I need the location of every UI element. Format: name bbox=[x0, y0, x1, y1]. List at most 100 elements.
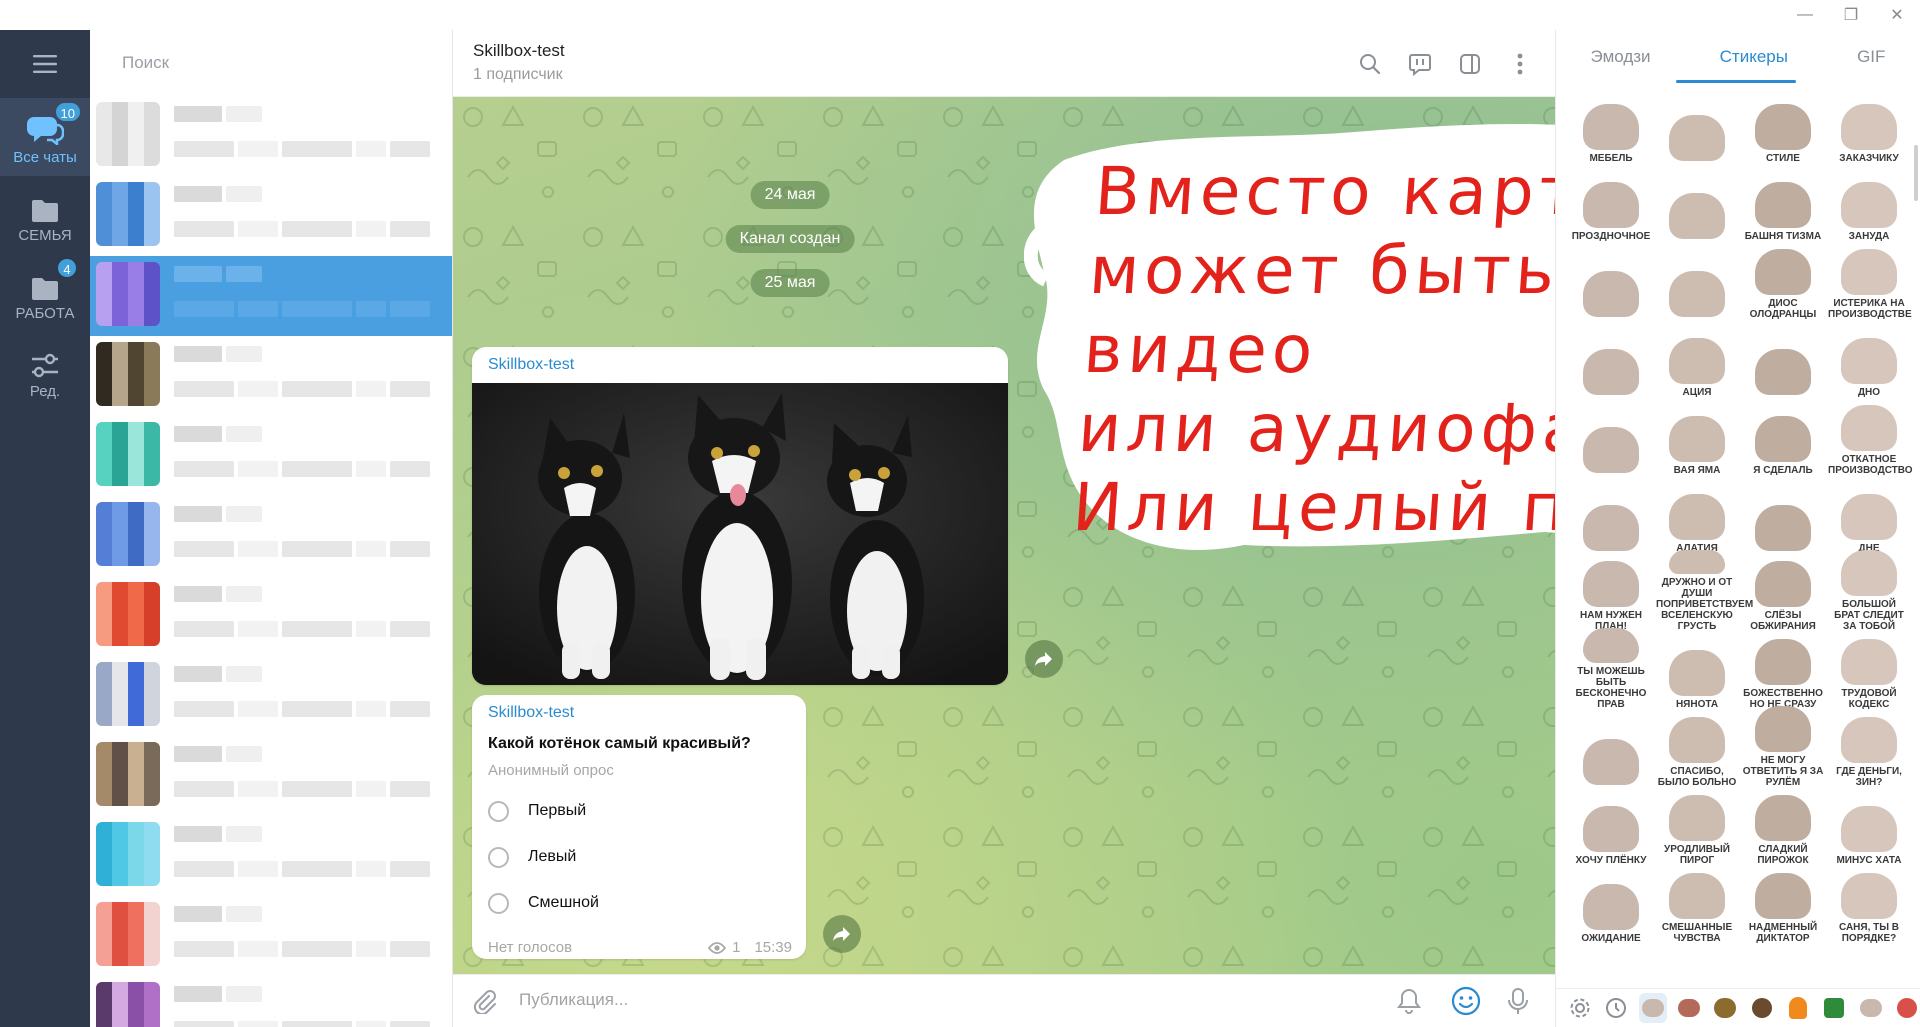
chat-list-item[interactable] bbox=[90, 496, 452, 576]
silent-toggle-button[interactable] bbox=[1397, 988, 1421, 1019]
folder-edit[interactable]: Ред. bbox=[0, 332, 90, 410]
sticker[interactable] bbox=[1656, 160, 1738, 242]
sticker[interactable]: НАДМЕННЫЙ ДИКТАТОР bbox=[1742, 862, 1824, 944]
sticker[interactable]: ДНО bbox=[1828, 316, 1910, 398]
sticker[interactable] bbox=[1570, 472, 1652, 554]
sticker[interactable]: СЛЁЗЫ ОБЖИРАНИЯ bbox=[1742, 550, 1824, 632]
chat-list-item[interactable] bbox=[90, 336, 452, 416]
message-input[interactable]: Публикация... bbox=[519, 990, 628, 1010]
folder-work[interactable]: 4 РАБОТА bbox=[0, 254, 90, 332]
sticker[interactable]: ЗАКАЗЧИКУ bbox=[1828, 82, 1910, 164]
chat-list-item[interactable] bbox=[90, 416, 452, 496]
chat-list-item[interactable] bbox=[90, 256, 452, 336]
voice-button[interactable] bbox=[1507, 987, 1529, 1020]
kittens-photo[interactable] bbox=[472, 383, 1008, 685]
sticker-set-thumb[interactable] bbox=[1856, 993, 1884, 1023]
close-button[interactable]: ✕ bbox=[1874, 0, 1920, 30]
sticker[interactable]: ОЖИДАНИЕ bbox=[1570, 862, 1652, 944]
sticker[interactable]: СТИЛЕ bbox=[1742, 82, 1824, 164]
search-button[interactable] bbox=[1353, 47, 1387, 81]
tab-stickers[interactable]: Стикеры bbox=[1720, 47, 1788, 67]
folder-family[interactable]: СЕМЬЯ bbox=[0, 176, 90, 254]
sticker[interactable]: ХОЧУ ПЛЁНКУ bbox=[1570, 784, 1652, 866]
sticker[interactable] bbox=[1570, 316, 1652, 398]
sticker[interactable]: ВАЯ ЯМА bbox=[1656, 394, 1738, 476]
chat-list-item[interactable] bbox=[90, 176, 452, 256]
sticker[interactable] bbox=[1742, 472, 1824, 554]
sticker[interactable]: МИНУС ХАТА bbox=[1828, 784, 1910, 866]
search-input[interactable]: Поиск bbox=[90, 30, 452, 96]
chat-list-item[interactable] bbox=[90, 656, 452, 736]
sticker[interactable]: СМЕШАННЫЕ ЧУВСТВА bbox=[1656, 862, 1738, 944]
sticker[interactable]: ПРОЗДНОЧНОЕ bbox=[1570, 160, 1652, 242]
poll-message[interactable]: Skillbox-test Какой котёнок самый красив… bbox=[472, 695, 806, 959]
sticker-set-thumb[interactable] bbox=[1747, 993, 1775, 1023]
forward-button[interactable] bbox=[823, 915, 861, 953]
sticker[interactable]: ДРУЖНО И ОТ ДУШИ ПОПРИВЕТСТВУЕМ ВСЕЛЕНСК… bbox=[1656, 550, 1753, 632]
poll-option[interactable]: Смешной bbox=[488, 888, 599, 918]
sticker[interactable] bbox=[1656, 82, 1738, 164]
sticker[interactable]: БОЖЕСТВЕННО НО НЕ СРАЗУ bbox=[1742, 628, 1824, 710]
radio-button[interactable] bbox=[488, 800, 509, 822]
sticker[interactable] bbox=[1656, 238, 1738, 320]
sticker-set-thumb[interactable] bbox=[1893, 993, 1920, 1023]
sticker[interactable] bbox=[1570, 706, 1652, 788]
sidebar-toggle-button[interactable] bbox=[1453, 47, 1487, 81]
chat-list-item[interactable] bbox=[90, 736, 452, 816]
sticker[interactable]: СЛАДКИЙ ПИРОЖОК bbox=[1742, 784, 1824, 866]
sticker[interactable]: МЕБЕЛЬ bbox=[1570, 82, 1652, 164]
sticker[interactable]: ТРУДОВОЙ КОДЕКС bbox=[1828, 628, 1910, 710]
tab-gif[interactable]: GIF bbox=[1857, 47, 1885, 67]
sticker[interactable]: НЕ МОГУ ОТВЕТИТЬ Я ЗА РУЛЁМ bbox=[1742, 706, 1824, 788]
sticker[interactable]: Я СДЕЛАЛЬ bbox=[1742, 394, 1824, 476]
sticker[interactable]: НЯНОТА bbox=[1656, 628, 1738, 710]
chat-header[interactable]: Skillbox-test 1 подписчик bbox=[453, 30, 1555, 97]
more-button[interactable] bbox=[1503, 47, 1537, 81]
sticker-set-thumb[interactable] bbox=[1638, 993, 1667, 1023]
sticker[interactable]: ЗАНУДА bbox=[1828, 160, 1910, 242]
chat-list-item[interactable] bbox=[90, 576, 452, 656]
settings-button[interactable] bbox=[1566, 993, 1594, 1023]
folder-all-chats[interactable]: 10 Все чаты bbox=[0, 98, 90, 176]
main-menu-button[interactable] bbox=[0, 30, 90, 98]
tab-emoji[interactable]: Эмодзи bbox=[1591, 47, 1651, 67]
sticker[interactable]: ОТКАТНОЕ ПРОИЗВОДСТВО bbox=[1828, 394, 1913, 476]
sticker[interactable]: ДНЕ bbox=[1828, 472, 1910, 554]
poll-option[interactable]: Левый bbox=[488, 842, 576, 872]
sticker[interactable]: САНЯ, ТЫ В ПОРЯДКЕ? bbox=[1828, 862, 1910, 944]
sticker-set-thumb[interactable] bbox=[1711, 993, 1739, 1023]
sticker[interactable]: АЦИЯ bbox=[1656, 316, 1738, 398]
attach-button[interactable] bbox=[471, 988, 497, 1019]
sticker-set-thumb[interactable] bbox=[1820, 993, 1848, 1023]
chat-list-item[interactable] bbox=[90, 96, 452, 176]
sticker[interactable] bbox=[1570, 238, 1652, 320]
chat-list-item[interactable] bbox=[90, 976, 452, 1027]
radio-button[interactable] bbox=[488, 846, 509, 868]
sticker[interactable]: УРОДЛИВЫЙ ПИРОГ bbox=[1656, 784, 1738, 866]
sticker-set-thumb[interactable] bbox=[1784, 993, 1812, 1023]
minimize-button[interactable]: — bbox=[1782, 0, 1828, 30]
emoji-button[interactable] bbox=[1451, 986, 1481, 1021]
radio-button[interactable] bbox=[488, 892, 509, 914]
poll-option[interactable]: Первый bbox=[488, 796, 586, 826]
comments-button[interactable] bbox=[1403, 47, 1437, 81]
sticker[interactable]: ДИОС ОЛОДРАНЦЫ bbox=[1742, 238, 1824, 320]
chat-list-item[interactable] bbox=[90, 816, 452, 896]
forward-button[interactable] bbox=[1025, 640, 1063, 678]
sticker[interactable] bbox=[1742, 316, 1824, 398]
sticker[interactable]: ГДЕ ДЕНЬГИ, ЗИН? bbox=[1828, 706, 1910, 788]
sticker[interactable] bbox=[1570, 394, 1652, 476]
sticker[interactable]: АЛАТИЯ bbox=[1656, 472, 1738, 554]
message-author[interactable]: Skillbox-test bbox=[488, 704, 574, 722]
sticker[interactable]: ИСТЕРИКА НА ПРОИЗВОДСТВЕ bbox=[1828, 238, 1912, 320]
sticker[interactable]: ТЫ МОЖЕШЬ БЫТЬ БЕСКОНЕЧНО ПРАВ bbox=[1570, 628, 1652, 710]
photo-message[interactable]: Skillbox-test bbox=[472, 347, 1008, 685]
sticker[interactable]: НАМ НУЖЕН ПЛАН! bbox=[1570, 550, 1652, 632]
sticker[interactable]: БАШНЯ ТИЗМА bbox=[1742, 160, 1824, 242]
message-author[interactable]: Skillbox-test bbox=[488, 356, 574, 374]
sticker[interactable]: БОЛЬШОЙ БРАТ СЛЕДИТ ЗА ТОБОЙ bbox=[1828, 550, 1910, 632]
sticker[interactable]: СПАСИБО, БЫЛО БОЛЬНО bbox=[1656, 706, 1738, 788]
chat-list-item[interactable] bbox=[90, 896, 452, 976]
recent-button[interactable] bbox=[1602, 993, 1630, 1023]
restore-button[interactable]: ❐ bbox=[1828, 0, 1874, 30]
